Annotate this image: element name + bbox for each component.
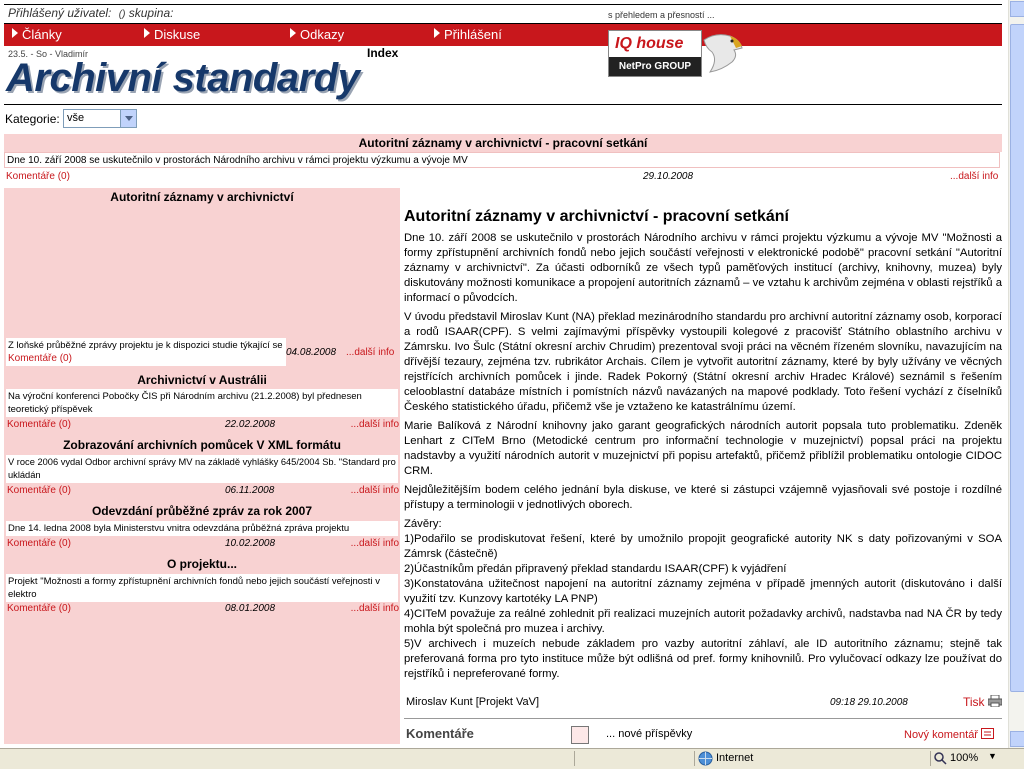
status-separator [574, 751, 575, 766]
user-label: Přihlášený uživatel: [8, 6, 112, 20]
new-posts-swatch [571, 726, 589, 744]
article-author: Miroslav Kunt [Projekt VaV] [406, 696, 540, 708]
list-item-meta: Komentáře (0) 08.01.2008 ...další info [7, 603, 399, 616]
article-conclusions: Závěry: 1)Podařilo se prodiskutovat řeše… [404, 518, 1002, 680]
article-body: Autoritní záznamy v archivnictví - praco… [404, 208, 1002, 686]
list-item-title[interactable]: Odevzdání průběžné zpráv za rok 2007 [4, 504, 400, 518]
comments-heading: Komentáře [406, 726, 474, 741]
vertical-scrollbar[interactable] [1008, 0, 1024, 748]
article-paragraph: V úvodu představil Miroslav Kunt (NA) př… [404, 311, 1002, 413]
nav-label: Odkazy [300, 27, 345, 42]
nav-links[interactable]: Odkazy [290, 27, 344, 42]
list-item-more-link[interactable]: ...další info [346, 347, 394, 358]
triangle-icon [144, 28, 150, 38]
list-item-date: 22.02.2008 [225, 419, 276, 430]
site-title: Archivní standardy [6, 56, 360, 100]
list-item-comments-link[interactable]: Komentáře (0) [7, 419, 71, 430]
main-nav: Články Diskuse Odkazy Přihlášení [4, 24, 1002, 46]
triangle-icon [12, 28, 18, 38]
comment-icon [981, 728, 995, 739]
list-item-snippet: Projekt "Možnosti a formy zpřístupnění a… [6, 574, 398, 602]
list-item-meta: Komentáře (0) 22.02.2008 ...další info [7, 419, 399, 432]
site-motto: s přehledem a přesností ... [608, 10, 715, 20]
snippet-text: Z loňské průběžné zprávy projektu je k d… [8, 340, 283, 351]
list-item-snippet: Z loňské průběžné zprávy projektu je k d… [6, 338, 286, 366]
article-paragraph: Marie Balíková z Národní knihovny jako g… [404, 420, 1002, 477]
article-datetime: 09:18 29.10.2008 [830, 697, 908, 708]
list-item-meta: Komentáře (0) 06.11.2008 ...další info [7, 485, 399, 498]
status-separator [694, 751, 695, 766]
list-item-snippet: Dne 14. ledna 2008 byla Ministerstvu vni… [6, 521, 398, 536]
list-item-more-link[interactable]: ...další info [351, 538, 399, 549]
nav-label: Články [22, 27, 62, 42]
nav-label: Diskuse [154, 27, 201, 42]
list-item-comments-link[interactable]: Komentáře (0) [7, 538, 71, 549]
list-item-comments-link[interactable]: Komentáře (0) [7, 603, 71, 614]
new-posts-label: ... nové příspěvky [606, 728, 693, 740]
list-item-title[interactable]: Archivnictví v Austrálii [4, 373, 400, 387]
chevron-down-icon[interactable]: ▼ [988, 751, 997, 761]
comments-divider [404, 718, 1002, 719]
chevron-down-icon[interactable] [120, 110, 136, 127]
logged-user-info: Přihlášený uživatel: () skupina: [8, 6, 173, 20]
zoom-icon [934, 752, 947, 765]
index-link[interactable]: Index [367, 46, 398, 60]
printer-icon [987, 694, 1003, 708]
sponsor-logo[interactable]: IQ house NetPro GROUP [608, 30, 748, 77]
list-item-more-link[interactable]: ...další info [351, 419, 399, 430]
triangle-icon [290, 28, 296, 38]
scrollbar-thumb[interactable] [1010, 24, 1024, 692]
list-item-more-link[interactable]: ...další info [351, 485, 399, 496]
logo-brand: IQ house [615, 35, 684, 52]
list-item-title[interactable]: O projektu... [4, 557, 400, 571]
nav-discussion[interactable]: Diskuse [144, 27, 200, 42]
list-item-date: 04.08.2008 [286, 347, 337, 358]
nav-articles[interactable]: Články [12, 27, 62, 42]
category-select[interactable]: vše [63, 109, 137, 128]
scroll-up-button[interactable] [1010, 1, 1024, 17]
print-button[interactable]: Tisk [963, 694, 1003, 709]
nav-label: Přihlášení [444, 27, 502, 42]
article-paragraph: Dne 10. září 2008 se uskutečnilo v prost… [404, 232, 1002, 304]
category-label: Kategorie: [5, 112, 60, 126]
globe-icon [698, 751, 713, 766]
list-item-more-link[interactable]: ...další info [351, 603, 399, 614]
article-list: Autoritní záznamy v archivnictví Z loňsk… [4, 188, 400, 744]
list-item-date: 10.02.2008 [225, 538, 276, 549]
triangle-icon [434, 28, 440, 38]
featured-title[interactable]: Autoritní záznamy v archivnictví - praco… [4, 134, 1002, 152]
list-item-date: 08.01.2008 [225, 603, 276, 614]
status-bar: Internet 100% ▼ [0, 748, 1024, 769]
logo-sub: NetPro GROUP [609, 57, 701, 76]
eagle-icon [703, 34, 743, 73]
list-item-date: 06.11.2008 [225, 485, 275, 496]
scroll-down-button[interactable] [1010, 731, 1024, 747]
list-item-meta: Komentáře (0) 10.02.2008 ...další info [7, 538, 399, 551]
group-label: skupina: [128, 6, 174, 20]
new-comment-button[interactable]: Nový komentář [904, 728, 995, 741]
article-paragraph: Nejdůležitějším bodem celého jednání byl… [404, 484, 1002, 511]
featured-comments-link[interactable]: Komentáře (0) [6, 171, 70, 182]
list-item-title[interactable]: Zobrazování archivních pomůcek V XML for… [4, 438, 400, 452]
list-item-comments-link[interactable]: Komentáře (0) [8, 353, 72, 364]
header-divider [4, 104, 1002, 105]
top-info-bar: Přihlášený uživatel: () skupina: s přehl… [4, 4, 1002, 24]
list-item-title[interactable]: Autoritní záznamy v archivnictví [4, 190, 400, 204]
featured-more-link[interactable]: ...další info [950, 171, 998, 182]
user-value: () [118, 9, 126, 20]
category-value: vše [67, 112, 85, 124]
featured-snippet: Dne 10. září 2008 se uskutečnilo v prost… [4, 152, 1000, 168]
nav-login[interactable]: Přihlášení [434, 27, 502, 42]
security-zone: Internet [716, 752, 754, 764]
featured-date: 29.10.2008 [643, 171, 694, 182]
zoom-level[interactable]: 100% [950, 752, 978, 764]
logo-box: IQ house NetPro GROUP [608, 30, 702, 77]
status-separator [930, 751, 931, 766]
new-comment-label: Nový komentář [904, 729, 978, 741]
article-title: Autoritní záznamy v archivnictví - praco… [404, 208, 789, 225]
list-item-snippet: V roce 2006 vydal Odbor archivní správy … [6, 455, 398, 483]
list-item-snippet: Na výroční konferenci Pobočky ČIS při Ná… [6, 389, 398, 417]
print-label: Tisk [963, 695, 985, 709]
list-item-comments-link[interactable]: Komentáře (0) [7, 485, 71, 496]
